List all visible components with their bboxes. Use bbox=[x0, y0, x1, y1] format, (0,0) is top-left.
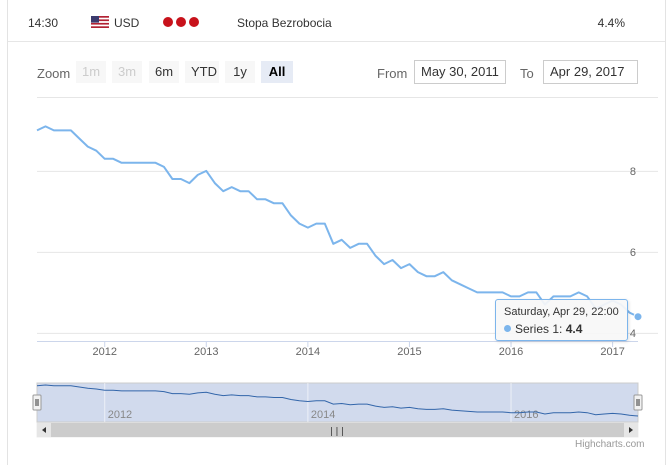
tooltip: Saturday, Apr 29, 22:00 Series 1: 4.4 bbox=[495, 299, 628, 341]
x-tick-label: 2013 bbox=[194, 346, 218, 358]
credits-link[interactable]: Highcharts.com bbox=[575, 439, 644, 450]
navigator-handle bbox=[633, 394, 643, 411]
navigator-handle bbox=[32, 394, 42, 411]
series-line bbox=[36, 125, 639, 318]
x-tick-label: 2014 bbox=[296, 346, 320, 358]
chart-panel: 14:30 USD Stopa Bezrobocia 4.4% Zoom 1m … bbox=[7, 0, 666, 465]
x-tick-label: 2012 bbox=[92, 346, 116, 358]
y-tick-label: 6 bbox=[630, 247, 636, 259]
scrollbar-grip-icon: ||| bbox=[329, 427, 345, 437]
y-tick-label: 8 bbox=[630, 166, 636, 178]
navigator-label: 2012 bbox=[108, 409, 132, 421]
navigator-label: 2014 bbox=[311, 409, 335, 421]
tooltip-series-label: Series 1: bbox=[515, 322, 566, 336]
x-tick-label: 2016 bbox=[499, 346, 523, 358]
navigator: 2012 2014 2016 ||| bbox=[32, 382, 643, 438]
tooltip-date: Saturday, Apr 29, 22:00 bbox=[504, 306, 619, 318]
x-axis-labels: 2012 2013 2014 2015 2016 2017 bbox=[92, 346, 624, 358]
line-chart[interactable]: 468 2012 2013 2014 2015 2016 2017 2012 2014 201… bbox=[8, 0, 665, 465]
tooltip-value: 4.4 bbox=[565, 322, 583, 336]
tooltip-series-row: Series 1: 4.4 bbox=[504, 322, 627, 336]
series-marker-icon bbox=[504, 325, 511, 332]
x-tick-label: 2015 bbox=[397, 346, 421, 358]
hover-point-marker bbox=[633, 312, 643, 322]
x-tick-label: 2017 bbox=[600, 346, 624, 358]
y-tick-label: 4 bbox=[630, 328, 636, 340]
series-group bbox=[36, 125, 643, 322]
navigator-label: 2016 bbox=[514, 409, 538, 421]
